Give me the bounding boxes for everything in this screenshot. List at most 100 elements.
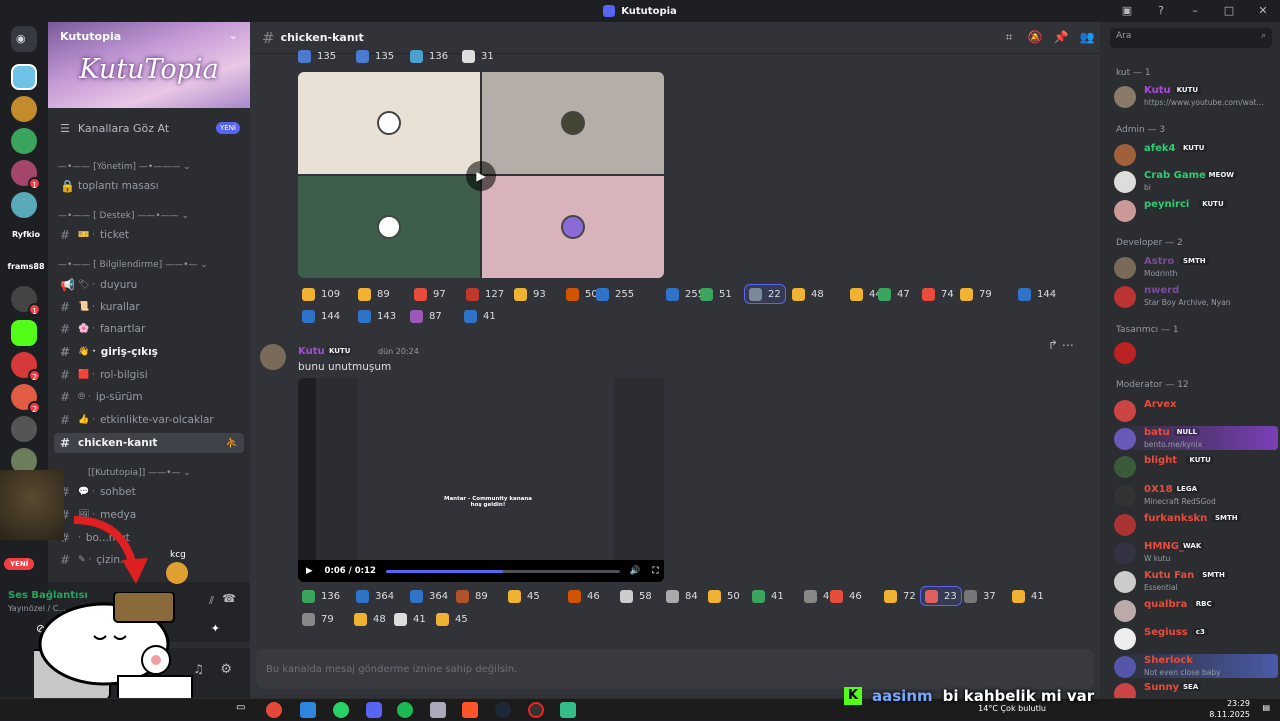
server-icon[interactable]: 1 bbox=[11, 160, 41, 190]
reaction-chip[interactable]: 136 bbox=[302, 586, 340, 606]
mute-bell-icon[interactable]: 🔕 bbox=[1022, 30, 1048, 45]
avatar[interactable] bbox=[260, 344, 286, 370]
server-icon[interactable]: 2 bbox=[11, 352, 41, 382]
reaction-chip[interactable]: 144 bbox=[302, 306, 340, 326]
reaction-chip[interactable]: 46 bbox=[568, 586, 600, 606]
notification-icon[interactable]: ▤ bbox=[1262, 703, 1270, 712]
reaction-chip[interactable]: 79 bbox=[960, 284, 992, 304]
member-item[interactable]: Astro SMTH Modrinth bbox=[1114, 255, 1278, 279]
reaction-chip[interactable]: 31 bbox=[462, 46, 494, 66]
brave-icon[interactable] bbox=[462, 702, 478, 718]
reaction-chip[interactable]: 255 bbox=[666, 284, 704, 304]
member-item[interactable]: 0X18 LEGA Minecraft RedSGod bbox=[1114, 483, 1278, 507]
reaction-chip[interactable]: 48 bbox=[792, 284, 824, 304]
server-banner[interactable]: Kututopia ⌄ KutuTopia bbox=[48, 22, 250, 108]
chevron-down-icon[interactable]: ⌄ bbox=[229, 29, 238, 42]
reaction-chip[interactable]: 46 bbox=[830, 586, 862, 606]
clock-time[interactable]: 23:29 bbox=[1227, 699, 1250, 708]
server-icon[interactable] bbox=[11, 96, 37, 122]
server-icon[interactable]: 2 bbox=[11, 384, 41, 414]
reaction-chip[interactable]: 48 bbox=[354, 609, 386, 629]
server-label[interactable]: frams88 bbox=[6, 262, 46, 271]
channel-fanartlar[interactable]: # 🌸 · fanartlar bbox=[54, 319, 244, 339]
member-list-icon[interactable]: 👥 bbox=[1074, 30, 1100, 45]
maximize-button[interactable]: □ bbox=[1222, 4, 1236, 18]
reaction-chip[interactable]: 50 bbox=[708, 586, 740, 606]
task-view-icon[interactable]: ▭ bbox=[236, 702, 252, 718]
video-progress-bar[interactable] bbox=[385, 569, 620, 573]
minimize-button[interactable]: – bbox=[1188, 4, 1202, 18]
obs-icon[interactable] bbox=[528, 702, 544, 718]
member-item[interactable] bbox=[1114, 340, 1278, 364]
server-kick-icon[interactable] bbox=[11, 320, 37, 346]
member-item[interactable]: Sunny SEA bbox=[1114, 681, 1278, 698]
reaction-chip[interactable]: 45 bbox=[508, 586, 540, 606]
reaction-chip[interactable]: 22 bbox=[744, 284, 786, 304]
reaction-chip[interactable]: 89 bbox=[358, 284, 390, 304]
reaction-chip[interactable]: 41 bbox=[464, 306, 496, 326]
reaction-chip[interactable]: 87 bbox=[410, 306, 442, 326]
help-icon[interactable]: ? bbox=[1154, 4, 1168, 18]
reaction-chip[interactable]: 41 bbox=[394, 609, 426, 629]
category-yonetim[interactable]: —•—— [Yönetim] —•——— ⌄ bbox=[58, 162, 191, 172]
category-destek[interactable]: —•—— [ Destek] ——•—— ⌄ bbox=[58, 211, 189, 221]
member-item[interactable]: peynirci KUTU bbox=[1114, 198, 1278, 222]
channel-duyuru[interactable]: 📢 🏷 · duyuru bbox=[54, 275, 244, 295]
volume-icon[interactable]: 🔊 bbox=[630, 566, 641, 576]
reaction-chip[interactable]: 50 bbox=[566, 284, 598, 304]
channel-chicken-kanit[interactable]: # chicken-kanıt ⛹ bbox=[54, 433, 244, 453]
browse-channels[interactable]: ☰ Kanallara Göz At YENİ bbox=[48, 116, 250, 140]
clock-date[interactable]: 8.11.2025 bbox=[1209, 710, 1250, 719]
discord-taskbar-icon[interactable] bbox=[366, 702, 382, 718]
reaction-chip[interactable]: 45 bbox=[436, 609, 468, 629]
member-item[interactable]: batu NULL bento.me/kynix bbox=[1114, 426, 1278, 450]
reaction-chip[interactable]: 89 bbox=[456, 586, 488, 606]
add-member-icon[interactable]: ⛹ bbox=[226, 438, 238, 449]
reaction-chip[interactable]: 44 bbox=[850, 284, 882, 304]
reaction-chip[interactable]: 143 bbox=[358, 306, 396, 326]
reaction-chip[interactable]: 47 bbox=[878, 284, 910, 304]
reaction-chip[interactable]: 41 bbox=[1012, 586, 1044, 606]
server-kututopia-icon[interactable] bbox=[11, 64, 37, 90]
channel-kurallar[interactable]: # 📜 · kurallar bbox=[54, 297, 244, 317]
reaction-chip[interactable]: 364 bbox=[410, 586, 448, 606]
member-item[interactable]: Kutu Fan SMTH Essential bbox=[1114, 569, 1278, 593]
reaction-chip[interactable]: 58 bbox=[620, 586, 652, 606]
inbox-icon[interactable]: ▣ bbox=[1120, 4, 1134, 18]
message-author[interactable]: Kutu bbox=[298, 346, 325, 357]
reaction-chip[interactable]: 37 bbox=[964, 586, 996, 606]
reaction-chip[interactable]: 109 bbox=[302, 284, 340, 304]
reaction-chip[interactable]: 93 bbox=[514, 284, 546, 304]
threads-icon[interactable]: ⌗ bbox=[996, 30, 1022, 45]
reaction-chip[interactable]: 41 bbox=[752, 586, 784, 606]
channel-etkinlikte-var-olcaklar[interactable]: # 👍 · etkinlikte-var-olcaklar bbox=[54, 410, 244, 430]
file-explorer-icon[interactable] bbox=[300, 702, 316, 718]
channel-ip-surum[interactable]: # ⦾ · ip-sürüm bbox=[54, 387, 244, 407]
reaction-chip[interactable]: 23 bbox=[920, 586, 962, 606]
home-button[interactable]: ◉ bbox=[11, 26, 37, 52]
steam-icon[interactable] bbox=[495, 702, 511, 718]
channel-ticket[interactable]: # 🎫 · ticket bbox=[54, 225, 244, 245]
server-icon[interactable] bbox=[11, 192, 37, 218]
member-item[interactable]: Kutu KUTU https://www.youtube.com/wat... bbox=[1114, 84, 1278, 108]
member-item[interactable]: afek4 KUTU bbox=[1114, 142, 1278, 166]
spotify-icon[interactable] bbox=[397, 702, 413, 718]
reaction-chip[interactable]: 127 bbox=[466, 284, 504, 304]
reaction-chip[interactable]: 144 bbox=[1018, 284, 1056, 304]
member-item[interactable]: Segiuss c3 bbox=[1114, 626, 1278, 650]
search-input[interactable]: Ara ⌕ bbox=[1110, 28, 1272, 48]
category-bilgilendirme[interactable]: —•—— [ Bilgilendirme] ——•— ⌄ bbox=[58, 260, 208, 270]
play-button[interactable]: ▶ bbox=[466, 161, 496, 191]
member-item[interactable]: nwerd Star Boy Archive, Nyan bbox=[1114, 284, 1278, 308]
app-icon[interactable] bbox=[430, 702, 446, 718]
channel-rol-bilgisi[interactable]: # 🟥 · rol-bilgisi bbox=[54, 365, 244, 385]
server-icon[interactable] bbox=[11, 128, 37, 154]
server-label[interactable]: Ryfkio bbox=[6, 230, 46, 239]
channel-toplanti-masasi[interactable]: 🔒 toplantı masası bbox=[54, 176, 244, 196]
reaction-chip[interactable]: 74 bbox=[922, 284, 954, 304]
member-item[interactable]: HMNG_ WAK W kutu bbox=[1114, 540, 1278, 564]
play-icon[interactable]: ▶ bbox=[306, 566, 313, 576]
whatsapp-icon[interactable] bbox=[333, 702, 349, 718]
member-item[interactable]: Sherlock Not even close baby bbox=[1114, 654, 1278, 678]
member-item[interactable]: Crab Game MEOW bi bbox=[1114, 169, 1278, 193]
